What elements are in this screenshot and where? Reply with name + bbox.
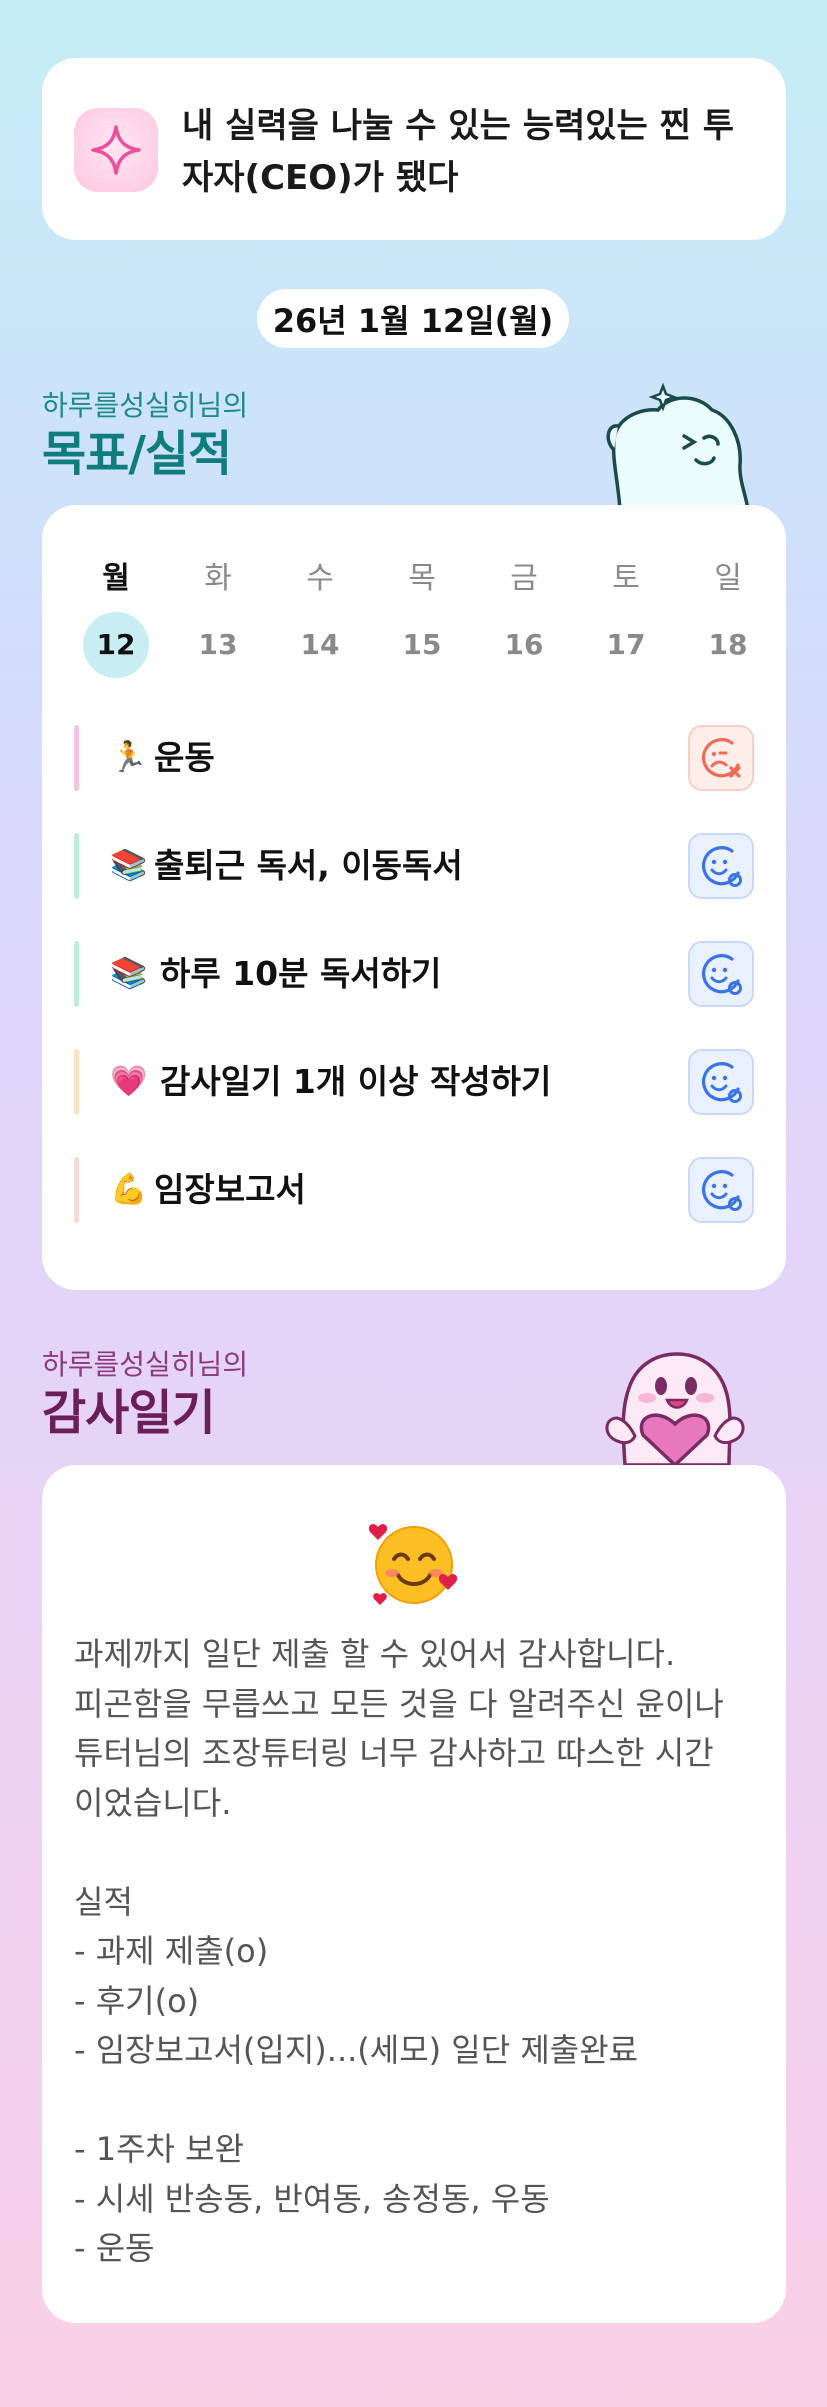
- heart-icon: 💗: [110, 1064, 148, 1099]
- goal-item-label: 임장보고서: [154, 1170, 306, 1209]
- books-icon: 📚: [110, 848, 148, 883]
- books-icon: 📚: [110, 956, 148, 991]
- goal-item-label: 감사일기 1개 이상 작성하기: [160, 1062, 552, 1101]
- goal-item-bar: [74, 941, 79, 1007]
- sad-face-x-icon: [702, 738, 741, 778]
- goal-item-bar: [74, 725, 79, 791]
- flexed-biceps-icon: 💪: [110, 1172, 148, 1207]
- goal-item-bar: [74, 1157, 79, 1223]
- weekday-thu: 목: [408, 561, 436, 596]
- goals-card: 월 화 수 목 금 토 일 12 13 14 15 16 17 18 🏃 운동 …: [42, 505, 786, 1290]
- day-14[interactable]: 14: [287, 612, 353, 678]
- smile-face-check-icon: [702, 846, 742, 887]
- sparkle-icon: [74, 108, 158, 192]
- gratitude-card: 과제까지 일단 제출 할 수 있어서 감사합니다. 피곤함을 무릅쓰고 모든 것…: [42, 1465, 786, 2323]
- day-13[interactable]: 13: [185, 612, 251, 678]
- ghost-mascot-icon: [606, 382, 750, 510]
- goal-item[interactable]: 💗 감사일기 1개 이상 작성하기: [74, 1049, 754, 1115]
- goal-item-bar: [74, 1049, 79, 1115]
- runner-icon: 🏃: [110, 740, 148, 775]
- weekday-wed: 수: [306, 561, 334, 596]
- status-ok-button[interactable]: [688, 833, 754, 899]
- weekday-sat: 토: [612, 561, 640, 596]
- day-18[interactable]: 18: [695, 612, 761, 678]
- goals-section-title: 목표/실적: [42, 426, 232, 482]
- goal-text: 내 실력을 나눌 수 있는 능력있는 찐 투자자(CEO)가 됐다: [182, 106, 735, 198]
- day-16[interactable]: 16: [491, 612, 557, 678]
- status-ok-button[interactable]: [688, 1049, 754, 1115]
- goal-card: 내 실력을 나눌 수 있는 능력있는 찐 투자자(CEO)가 됐다: [42, 58, 786, 240]
- goal-item-bar: [74, 833, 79, 899]
- status-fail-button[interactable]: [688, 725, 754, 791]
- gratitude-body-text: 과제까지 일단 제출 할 수 있어서 감사합니다. 피곤함을 무릅쓰고 모든 것…: [74, 1635, 724, 2267]
- goal-item[interactable]: 📚 출퇴근 독서, 이동독서: [74, 833, 754, 899]
- goal-item-label: 하루 10분 독서하기: [160, 954, 442, 993]
- gratitude-section-title: 감사일기: [42, 1385, 216, 1441]
- status-ok-button[interactable]: [688, 1157, 754, 1223]
- smiling-face-with-hearts-icon: [368, 1524, 458, 1605]
- goal-item[interactable]: 📚 하루 10분 독서하기: [74, 941, 754, 1007]
- smile-face-check-icon: [702, 954, 742, 995]
- goal-item[interactable]: 💪 임장보고서: [74, 1157, 754, 1223]
- status-ok-button[interactable]: [688, 941, 754, 1007]
- goal-item-label: 출퇴근 독서, 이동독서: [154, 846, 463, 885]
- heart-mascot-icon: [605, 1352, 745, 1465]
- weekday-sun: 일: [714, 561, 742, 596]
- date-selector[interactable]: 26년 1월 12일(월): [257, 289, 569, 348]
- weekday-fri: 금: [510, 561, 538, 596]
- day-12[interactable]: 12: [83, 612, 149, 678]
- day-15[interactable]: 15: [389, 612, 455, 678]
- smile-face-check-icon: [702, 1170, 742, 1211]
- goal-item-label: 운동: [154, 738, 215, 777]
- goal-item[interactable]: 🏃 운동: [74, 725, 754, 791]
- weekday-tue: 화: [204, 561, 232, 596]
- day-17[interactable]: 17: [593, 612, 659, 678]
- weekday-mon: 월: [102, 561, 130, 596]
- smile-face-check-icon: [702, 1062, 742, 1103]
